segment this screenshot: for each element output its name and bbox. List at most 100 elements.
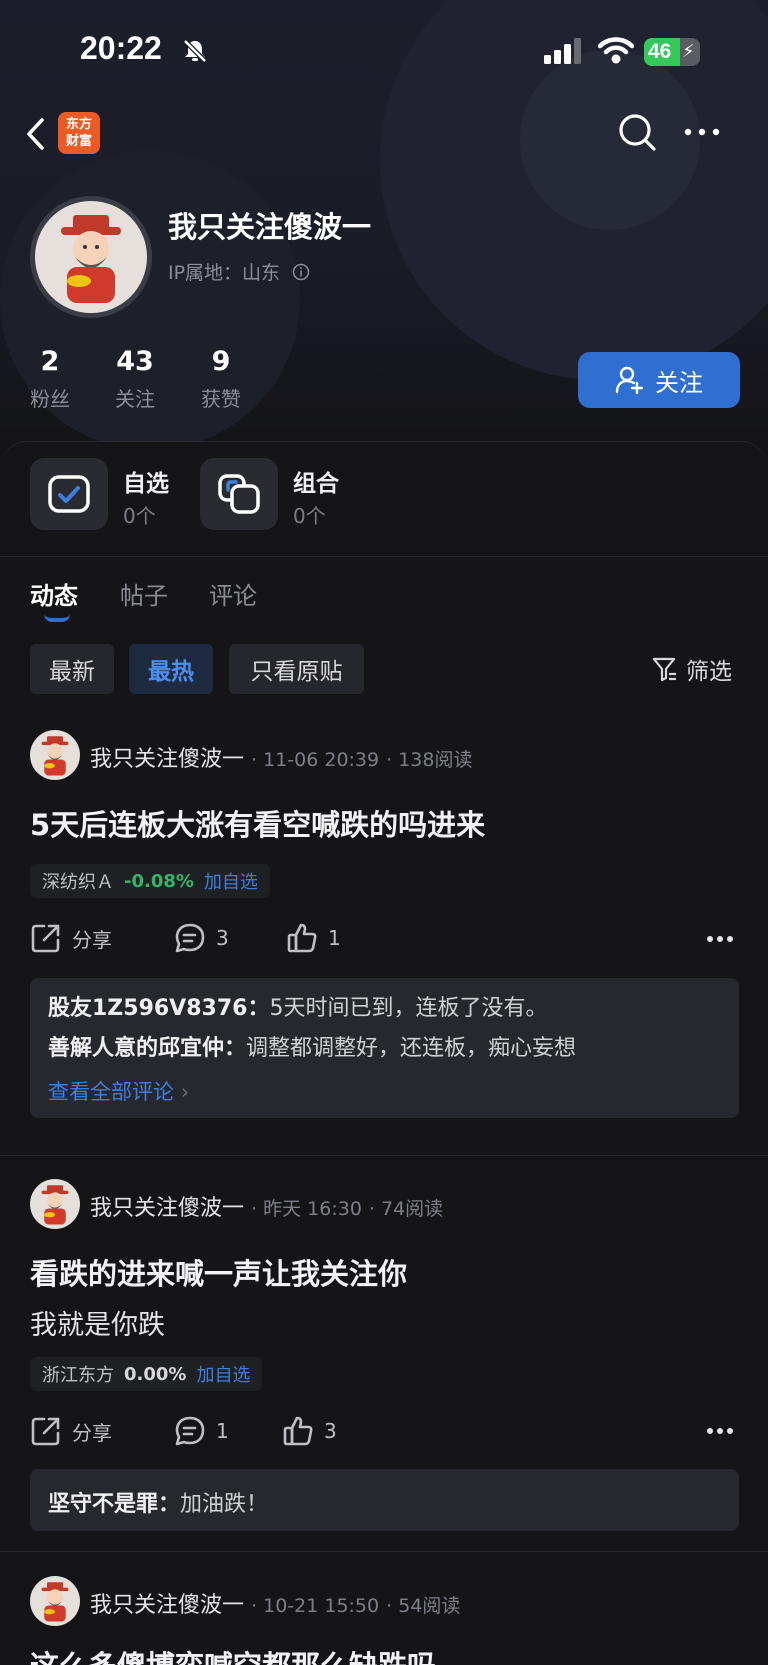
follow-button[interactable]: 关注 [578, 352, 740, 408]
back-icon[interactable] [24, 117, 48, 151]
stock-change: 0.00% [124, 1363, 187, 1385]
checkbox-icon [48, 475, 90, 513]
comment-text: 加油跌！ [180, 1492, 269, 1517]
stat-label: 获赞 [201, 387, 241, 411]
post-time: 10-21 15:50 [263, 1595, 380, 1617]
comment-button[interactable]: 1 [174, 1415, 229, 1447]
meta-separator: · [386, 749, 399, 771]
stock-name: 深纺织Ａ [42, 872, 114, 893]
tab-posts[interactable]: 帖子 [120, 576, 168, 611]
more-icon[interactable] [684, 127, 720, 137]
more-options-icon[interactable] [706, 1427, 734, 1435]
comment-button[interactable]: 3 [174, 922, 229, 954]
meta-separator: · [251, 749, 264, 771]
post-reads: 138阅读 [398, 749, 473, 771]
info-icon[interactable] [292, 263, 310, 281]
share-icon [31, 924, 60, 953]
filter-icon [652, 657, 676, 682]
search-icon[interactable] [618, 113, 658, 153]
stat-following[interactable]: 43 关注 [95, 346, 175, 412]
like-button[interactable]: 1 [286, 922, 341, 954]
share-button[interactable]: 分享 [30, 1415, 112, 1447]
filter-button[interactable]: 筛选 [652, 652, 732, 686]
add-watchlist-link[interactable]: 加自选 [204, 868, 258, 894]
comment-author[interactable]: 善解人意的邱宜仲： [48, 1036, 246, 1061]
logo-text: 财富 [65, 134, 92, 149]
post-author[interactable]: 我只关注傻波一 [90, 1196, 244, 1221]
profile-avatar[interactable] [30, 196, 152, 318]
chip-hottest[interactable]: 最热 [129, 644, 213, 694]
section-divider [0, 556, 768, 557]
battery-indicator: 46 ⚡ [644, 38, 700, 66]
avatar-illustration [41, 736, 69, 776]
stock-tag[interactable]: 深纺织Ａ -0.08% 加自选 [30, 864, 270, 898]
tab-comments[interactable]: 评论 [209, 576, 257, 611]
comment-preview[interactable]: 股友1Z596V8376：5天时间已到，连板了没有。 善解人意的邱宜仲：调整都调… [30, 978, 739, 1118]
chip-latest[interactable]: 最新 [30, 644, 114, 694]
meta-separator: · [386, 1595, 399, 1617]
post-reads: 74阅读 [381, 1198, 444, 1220]
portfolio-icon [218, 474, 260, 514]
share-icon [31, 1417, 60, 1446]
thumbs-up-icon [283, 1416, 313, 1446]
post-author[interactable]: 我只关注傻波一 [90, 747, 244, 772]
post-author[interactable]: 我只关注傻波一 [90, 1593, 244, 1618]
comment-text: 调整都调整好，还连板，痴心妄想 [246, 1036, 577, 1061]
post-title[interactable]: 这么多傻博弈喊空都那么缺跌吗 [30, 1643, 436, 1665]
wifi-icon [598, 37, 634, 64]
comment-preview[interactable]: 坚守不是罪：加油跌！ [30, 1469, 739, 1531]
add-watchlist-link[interactable]: 加自选 [196, 1361, 250, 1387]
comment-author[interactable]: 股友1Z596V8376： [48, 996, 269, 1021]
meta-separator: · [251, 1595, 264, 1617]
like-count: 1 [328, 926, 341, 950]
portfolio-icon-box [200, 458, 278, 530]
post-body[interactable]: 我就是你跌 [30, 1303, 165, 1342]
stat-value: 43 [116, 346, 154, 377]
watchlist-title: 自选 [123, 471, 169, 497]
nav-bar: 东方 财富 [0, 105, 768, 165]
view-all-comments-link[interactable]: 查看全部评论 › [48, 1076, 721, 1106]
avatar-illustration [41, 1185, 69, 1225]
post-meta: 我只关注傻波一 · 昨天 16:30 · 74阅读 [90, 1190, 443, 1222]
like-button[interactable]: 3 [282, 1415, 337, 1447]
active-tab-indicator [44, 614, 70, 622]
meta-separator: · [251, 1198, 264, 1220]
post-title[interactable]: 5天后连板大涨有看空喊跌的吗进来 [30, 802, 485, 844]
charging-icon: ⚡ [682, 41, 695, 62]
ip-location: IP属地：山东 [168, 258, 310, 285]
meta-separator: · [368, 1198, 381, 1220]
watchlist-icon-box [30, 458, 108, 530]
stat-label: 粉丝 [30, 387, 70, 411]
post-author-avatar[interactable] [30, 1576, 80, 1626]
post-author-avatar[interactable] [30, 1179, 80, 1229]
comment-author[interactable]: 坚守不是罪： [48, 1492, 180, 1517]
post-reads: 54阅读 [398, 1595, 461, 1617]
comment-item: 坚守不是罪：加油跌！ [48, 1486, 721, 1518]
battery-percent: 46 [648, 40, 672, 63]
avatar-illustration [41, 1582, 69, 1622]
post-meta: 我只关注傻波一 · 10-21 15:50 · 54阅读 [90, 1587, 460, 1619]
logo-text: 东方 [65, 117, 92, 132]
portfolio-card[interactable]: 组合 0个 [200, 458, 360, 530]
post-author-avatar[interactable] [30, 730, 80, 780]
more-options-icon[interactable] [706, 935, 734, 943]
stat-label: 关注 [115, 387, 155, 411]
follow-label: 关注 [655, 368, 703, 397]
post-title[interactable]: 看跌的进来喊一声让我关注你 [30, 1251, 407, 1293]
stock-tag[interactable]: 浙江东方 0.00% 加自选 [30, 1357, 263, 1391]
chevron-right-icon: › [180, 1080, 190, 1104]
comment-count: 3 [216, 926, 229, 950]
tab-dynamics[interactable]: 动态 [30, 576, 78, 611]
status-time: 20:22 [80, 30, 162, 66]
share-button[interactable]: 分享 [30, 922, 112, 954]
stat-likes[interactable]: 9 获赞 [181, 346, 261, 412]
chip-original-only[interactable]: 只看原贴 [229, 644, 364, 694]
watchlist-count: 0个 [123, 504, 156, 528]
stat-value: 9 [211, 346, 231, 377]
stat-fans[interactable]: 2 粉丝 [10, 346, 90, 412]
post-time: 昨天 16:30 [263, 1198, 362, 1220]
comment-count: 1 [216, 1419, 229, 1443]
watchlist-card[interactable]: 自选 0个 [30, 458, 190, 530]
share-label: 分享 [72, 927, 112, 952]
comment-icon [175, 923, 205, 953]
